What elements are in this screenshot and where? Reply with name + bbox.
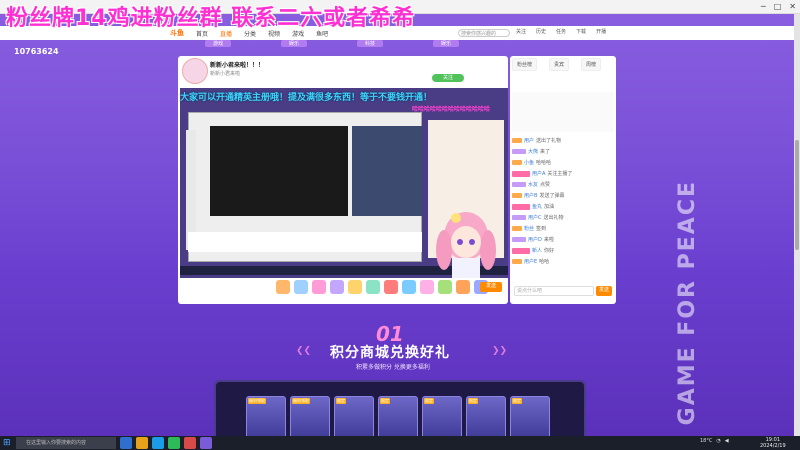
overlay-banner: 粉丝牌14鸡进粉丝群 联系二六或者希希 bbox=[6, 6, 416, 31]
chat-message: 小鱼 哈哈哈 bbox=[512, 157, 614, 168]
system-tray: 18°C ◔ ◀ bbox=[700, 438, 729, 444]
chat-tabs: 粉丝榜 贵宾 周榜 bbox=[512, 58, 602, 71]
follow-button[interactable]: 关注 bbox=[432, 74, 464, 82]
chat-message: 用户D 来啦 bbox=[512, 234, 614, 245]
chat-message: 大熊 来了 bbox=[512, 146, 614, 157]
shared-screen-scene bbox=[352, 126, 422, 216]
promo-subtitle: 积累多做积分 兑换更多福利 bbox=[356, 364, 430, 371]
minimize-icon[interactable]: ─ bbox=[761, 2, 766, 11]
wifi-icon[interactable]: ◔ bbox=[716, 438, 720, 444]
promo-title: 积分商城兑换好礼 bbox=[330, 345, 450, 361]
volume-icon[interactable]: ◀ bbox=[725, 438, 729, 444]
gift-bar bbox=[276, 280, 488, 294]
app-icon[interactable] bbox=[200, 437, 212, 449]
chat-message: 用户C 送出礼物 bbox=[512, 212, 614, 223]
header-icons: 关注 历史 任务 下载 开播 bbox=[516, 28, 606, 35]
tab-weekly[interactable]: 周榜 bbox=[581, 58, 602, 71]
search-input[interactable]: 搜索你感兴趣的 bbox=[458, 29, 510, 37]
chat-input[interactable]: 说点什么吧 bbox=[514, 286, 594, 296]
chat-message: 用户E 哈哈 bbox=[512, 256, 614, 267]
streamer-avatar[interactable] bbox=[182, 58, 208, 84]
chat-message: 粉丝 签到 bbox=[512, 223, 614, 234]
scrolling-danmaku-2: 哈哈哈哈哈哈哈哈哈哈哈哈哈 bbox=[412, 106, 491, 113]
taskbar-search[interactable]: 在这里输入你要搜索的内容 bbox=[16, 437, 116, 449]
streamer-name[interactable]: 新新小君来啦 bbox=[210, 70, 240, 77]
chat-message: 水友 点赞 bbox=[512, 179, 614, 190]
weather-label[interactable]: 18°C bbox=[700, 438, 712, 444]
header-icon-task[interactable]: 任务 bbox=[556, 28, 566, 35]
tab-game[interactable]: 游戏 bbox=[205, 40, 232, 47]
gift-item[interactable] bbox=[456, 280, 470, 294]
stream-send-button[interactable]: 发送 bbox=[480, 282, 502, 292]
app-icon[interactable] bbox=[184, 437, 196, 449]
gift-item[interactable] bbox=[348, 280, 362, 294]
chat-message: 新人 你好 bbox=[512, 245, 614, 256]
shared-screen-giftbar bbox=[188, 232, 422, 252]
user-id-label: 10763624 bbox=[14, 47, 59, 56]
tab-vip[interactable]: 贵宾 bbox=[549, 58, 570, 71]
gift-item[interactable] bbox=[366, 280, 380, 294]
chat-list: 用户 送出了礼物 大熊 来了 小鱼 哈哈哈 用户A 关注主播了 水友 点赞 用户B 发送了弹… bbox=[512, 135, 614, 280]
header-icon-download[interactable]: 下载 bbox=[576, 28, 586, 35]
app-icon[interactable] bbox=[168, 437, 180, 449]
window-controls: ─ □ ✕ bbox=[761, 2, 796, 11]
gift-item[interactable] bbox=[438, 280, 452, 294]
scrollbar-thumb[interactable] bbox=[795, 140, 799, 250]
chevron-right-icon: ❯❯ bbox=[492, 346, 508, 356]
chat-message: 用户A 关注主播了 bbox=[512, 168, 614, 179]
shop-card[interactable]: 限定 bbox=[466, 396, 506, 440]
chevron-left-icon: ❮❮ bbox=[296, 346, 312, 356]
rank-list bbox=[512, 92, 614, 132]
category-tabs: 游戏 娱乐 科技 娱乐 bbox=[205, 40, 460, 47]
shared-screen-video bbox=[210, 126, 348, 216]
shop-card[interactable]: 限定 bbox=[510, 396, 550, 440]
maximize-icon[interactable]: □ bbox=[774, 2, 782, 11]
tab-fans[interactable]: 粉丝榜 bbox=[512, 58, 538, 71]
browser-icon[interactable] bbox=[152, 437, 164, 449]
chat-message: 用户B 发送了弹幕 bbox=[512, 190, 614, 201]
gift-item[interactable] bbox=[384, 280, 398, 294]
vtuber-avatar bbox=[436, 212, 496, 278]
taskbar-clock[interactable]: 19:01 2024/2/19 bbox=[760, 437, 786, 449]
scrolling-danmaku: 大家可以开通精英主册哦！提及满很多东西！等于不要钱开通！ bbox=[180, 93, 433, 103]
gift-item[interactable] bbox=[420, 280, 434, 294]
header-icon-follow[interactable]: 关注 bbox=[516, 28, 526, 35]
gift-item[interactable] bbox=[330, 280, 344, 294]
shop-card[interactable]: 福利领取 bbox=[290, 396, 330, 440]
shop-card[interactable]: 福利领取 bbox=[246, 396, 286, 440]
side-watermark: GAME FOR PEACE bbox=[675, 180, 700, 426]
room-title: 新新小君来啦！！！ bbox=[210, 62, 265, 69]
shop-card[interactable]: 限定 bbox=[334, 396, 374, 440]
windows-start-icon[interactable]: ⊞ bbox=[3, 438, 13, 448]
chat-send-button[interactable]: 发送 bbox=[596, 286, 612, 296]
chat-message: 鱼丸 加油 bbox=[512, 201, 614, 212]
shop-card[interactable]: 限定 bbox=[422, 396, 462, 440]
header-icon-history[interactable]: 历史 bbox=[536, 28, 546, 35]
gift-item[interactable] bbox=[294, 280, 308, 294]
gift-item[interactable] bbox=[402, 280, 416, 294]
gift-item[interactable] bbox=[276, 280, 290, 294]
taskview-icon[interactable] bbox=[120, 437, 132, 449]
tab-entertainment-2[interactable]: 娱乐 bbox=[433, 40, 460, 47]
chat-message: 用户 送出了礼物 bbox=[512, 135, 614, 146]
tab-tech[interactable]: 科技 bbox=[357, 40, 384, 47]
gift-item[interactable] bbox=[312, 280, 326, 294]
tab-entertainment[interactable]: 娱乐 bbox=[281, 40, 308, 47]
header-icon-broadcast[interactable]: 开播 bbox=[596, 28, 606, 35]
shop-card[interactable]: 限定 bbox=[378, 396, 418, 440]
close-icon[interactable]: ✕ bbox=[789, 2, 796, 11]
folder-icon[interactable] bbox=[136, 437, 148, 449]
taskbar-apps bbox=[120, 437, 212, 449]
